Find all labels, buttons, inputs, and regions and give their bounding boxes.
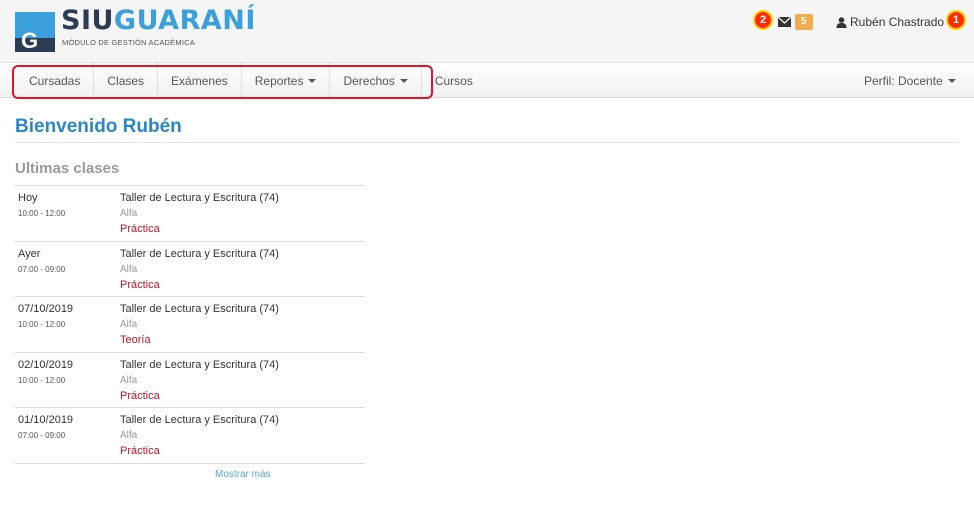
list-item[interactable]: 07/10/2019 10:00 - 12:00 Taller de Lectu… [15,297,365,353]
class-type: Práctica [120,445,160,458]
nav-item-label: Cursadas [29,73,81,88]
nav-item-cursadas[interactable]: Cursadas [16,63,95,98]
list-item[interactable]: 01/10/2019 07:00 - 09:00 Taller de Lectu… [15,408,365,464]
user-name: Rubén Chastrado [850,15,945,29]
annotation-marker-1: 1 [946,10,966,30]
class-group: Alfa [120,430,138,442]
class-date: 02/10/2019 [18,358,74,371]
nav-item-label: Derechos [343,73,395,88]
nav-item-reportes[interactable]: Reportes [242,63,331,98]
svg-text:G: G [21,28,38,52]
chevron-down-icon [399,78,408,83]
user-menu-toggle[interactable]: Rubén Chastrado [836,0,958,44]
siu-g-logo-icon: G [15,12,55,52]
envelope-icon [778,17,791,27]
logo-title-primary: SIU [61,5,114,36]
user-icon [836,16,847,28]
class-type: Práctica [120,223,160,235]
class-time: 07:00 - 09:00 [18,431,66,441]
siu-guarani-logo[interactable]: G SIUGUARANÍ MÓDULO DE GESTIÓN ACADÉMICA [15,5,255,54]
nav-item-label: Cursos [434,73,473,88]
class-time: 10:00 - 12:00 [18,375,66,385]
chevron-down-icon [947,79,956,83]
logo-title-secondary: GUARANÍ [113,5,256,36]
class-name: Taller de Lectura y Escritura (74) [120,192,279,204]
title-divider [15,142,959,143]
list-item[interactable]: 02/10/2019 10:00 - 12:00 Taller de Lectu… [15,353,365,409]
class-group: Alfa [120,319,138,331]
nav-menu: Cursadas Clases Exámenes Reportes Derech… [16,63,486,98]
nav-item-label: Clases [107,73,145,88]
messages-count-badge: 5 [795,14,813,30]
class-group: Alfa [120,208,138,219]
class-group: Alfa [120,374,138,386]
nav-item-label: Exámenes [171,73,228,88]
class-name: Taller de Lectura y Escritura (74) [120,303,279,316]
class-type: Teoría [120,334,151,347]
class-group: Alfa [120,263,138,275]
class-name: Taller de Lectura y Escritura (74) [120,358,279,371]
page-title: Bienvenido Rubén [15,116,182,137]
class-date: Ayer [18,247,41,260]
annotation-marker-2: 2 [753,10,773,30]
class-type: Práctica [120,278,160,291]
top-header: G SIUGUARANÍ MÓDULO DE GESTIÓN ACADÉMICA… [0,0,974,62]
nav-item-examenes[interactable]: Exámenes [158,63,242,98]
recent-classes-list: Hoy 10:00 - 12:00 Taller de Lectura y Es… [15,185,365,464]
nav-item-cursos[interactable]: Cursos [422,63,486,98]
list-item[interactable]: Hoy 10:00 - 12:00 Taller de Lectura y Es… [15,186,365,242]
class-date: 01/10/2019 [18,414,74,427]
class-name: Taller de Lectura y Escritura (74) [120,414,279,427]
chevron-down-icon [308,78,317,83]
messages-button[interactable]: 5 [778,0,813,44]
perfil-dropdown[interactable]: Perfil: Docente [864,63,956,99]
class-time: 10:00 - 12:00 [18,320,66,330]
nav-item-label: Reportes [254,73,304,88]
class-type: Práctica [120,389,160,402]
class-time: 07:00 - 09:00 [18,264,66,274]
logo-subtitle: MÓDULO DE GESTIÓN ACADÉMICA [62,38,195,47]
class-name: Taller de Lectura y Escritura (74) [120,247,279,260]
list-item[interactable]: Ayer 07:00 - 09:00 Taller de Lectura y E… [15,242,365,298]
perfil-label: Perfil: Docente [864,74,943,88]
logo-title: SIUGUARANÍ [61,5,256,37]
class-date: 07/10/2019 [18,303,74,316]
nav-item-derechos[interactable]: Derechos [330,63,422,98]
main-navbar: Cursadas Clases Exámenes Reportes Derech… [0,62,974,98]
class-date: Hoy [18,192,38,204]
section-title: Ultimas clases [15,160,120,177]
nav-item-clases[interactable]: Clases [94,63,159,98]
class-time: 10:00 - 12:00 [18,209,66,218]
show-more-link[interactable]: Mostrar más [215,469,271,480]
